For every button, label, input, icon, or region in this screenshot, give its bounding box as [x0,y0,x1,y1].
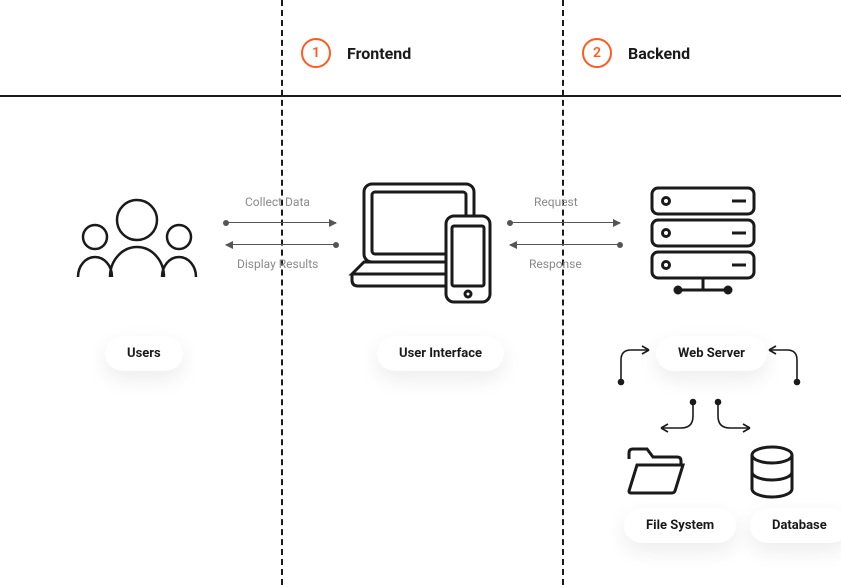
arrow-to-database [710,398,758,450]
flow-label-response: Response [529,257,582,271]
flow-label-request: Request [534,195,578,209]
web-server-icon [648,184,758,308]
header: 1 Frontend 2 Backend [0,0,841,95]
section-backend: 2 Backend [582,38,690,68]
database-icon [748,445,796,503]
arrow-display [226,244,336,245]
node-label-ui: User Interface [377,336,504,371]
file-system-icon [625,445,685,501]
users-icon [72,195,202,289]
section-number-frontend: 1 [301,38,331,68]
section-number-backend: 2 [582,38,612,68]
arrow-into-webserver-left [615,338,655,392]
section-title-frontend: Frontend [347,44,411,63]
arrow-response [510,244,620,245]
arrow-request [510,222,620,223]
header-rule [0,95,841,97]
node-label-database: Database [750,508,841,543]
arrow-to-filesystem [653,398,701,450]
user-interface-icon [350,178,500,317]
section-frontend: 1 Frontend [301,38,411,68]
node-label-webserver: Web Server [656,336,767,371]
arrow-into-webserver-right [763,338,803,392]
node-label-users: Users [105,336,183,371]
flow-label-display: Display Results [237,257,318,271]
flow-label-collect: Collect Data [245,195,310,209]
arrow-collect [226,222,336,223]
node-label-filesystem: File System [624,508,736,543]
section-title-backend: Backend [628,44,690,63]
